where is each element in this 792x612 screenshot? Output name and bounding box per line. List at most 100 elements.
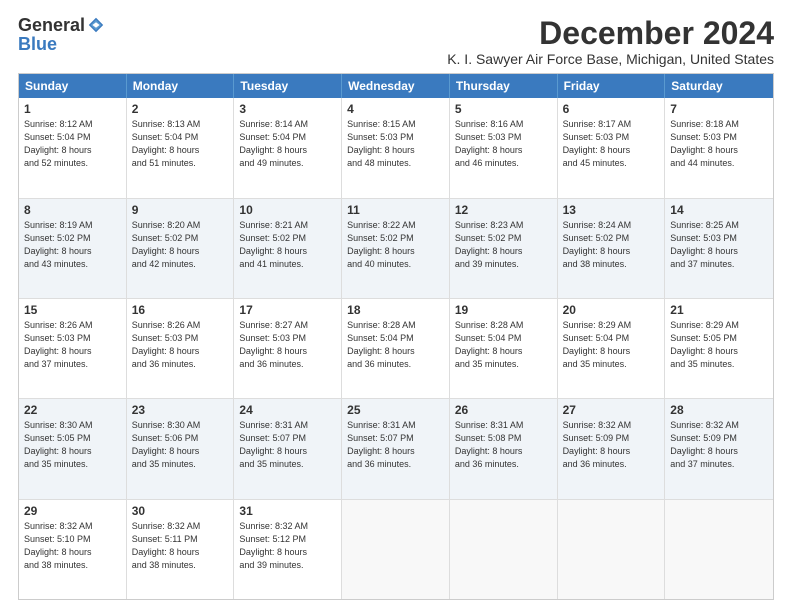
day-number: 18 xyxy=(347,303,444,317)
calendar-cell: 22Sunrise: 8:30 AMSunset: 5:05 PMDayligh… xyxy=(19,399,127,498)
day-number: 5 xyxy=(455,102,552,116)
day-info: Sunrise: 8:15 AMSunset: 5:03 PMDaylight:… xyxy=(347,118,444,170)
day-info: Sunrise: 8:22 AMSunset: 5:02 PMDaylight:… xyxy=(347,219,444,271)
header: General Blue December 2024 K. I. Sawyer … xyxy=(18,16,774,67)
day-info: Sunrise: 8:29 AMSunset: 5:05 PMDaylight:… xyxy=(670,319,768,371)
day-number: 7 xyxy=(670,102,768,116)
calendar-cell: 28 Sunrise: 8:32 AMSunset: 5:09 PMDayligh… xyxy=(665,399,773,498)
calendar-cell: 20Sunrise: 8:29 AMSunset: 5:04 PMDayligh… xyxy=(558,299,666,398)
day-number: 1 xyxy=(24,102,121,116)
header-day-sunday: Sunday xyxy=(19,74,127,98)
day-number: 28 xyxy=(670,403,768,417)
day-number: 9 xyxy=(132,203,229,217)
day-number: 13 xyxy=(563,203,660,217)
day-info: Sunrise: 8:32 AMSunset: 5:11 PMDaylight:… xyxy=(132,520,229,572)
calendar-cell: 17 Sunrise: 8:27 AMSunset: 5:03 PMDayligh… xyxy=(234,299,342,398)
calendar-row: 15 Sunrise: 8:26 AMSunset: 5:03 PMDayligh… xyxy=(19,298,773,398)
day-number: 17 xyxy=(239,303,336,317)
day-info: Sunrise: 8:20 AMSunset: 5:02 PMDaylight:… xyxy=(132,219,229,271)
logo-blue: Blue xyxy=(18,34,57,55)
title-section: December 2024 K. I. Sawyer Air Force Bas… xyxy=(447,16,774,67)
day-number: 27 xyxy=(563,403,660,417)
calendar-cell: 16 Sunrise: 8:26 AMSunset: 5:03 PMDayligh… xyxy=(127,299,235,398)
day-info: Sunrise: 8:19 AMSunset: 5:02 PMDaylight:… xyxy=(24,219,121,271)
day-number: 4 xyxy=(347,102,444,116)
day-info: Sunrise: 8:28 AMSunset: 5:04 PMDaylight:… xyxy=(347,319,444,371)
logo: General Blue xyxy=(18,16,105,55)
day-info: Sunrise: 8:30 AMSunset: 5:06 PMDaylight:… xyxy=(132,419,229,471)
calendar-cell: 29Sunrise: 8:32 AMSunset: 5:10 PMDayligh… xyxy=(19,500,127,599)
day-number: 2 xyxy=(132,102,229,116)
day-info: Sunrise: 8:32 AMSunset: 5:12 PMDaylight:… xyxy=(239,520,336,572)
calendar-cell: 23 Sunrise: 8:30 AMSunset: 5:06 PMDayligh… xyxy=(127,399,235,498)
calendar-cell: 5Sunrise: 8:16 AMSunset: 5:03 PMDaylight… xyxy=(450,98,558,197)
day-info: Sunrise: 8:31 AMSunset: 5:07 PMDaylight:… xyxy=(239,419,336,471)
day-number: 20 xyxy=(563,303,660,317)
day-number: 30 xyxy=(132,504,229,518)
calendar-cell: 27 Sunrise: 8:32 AMSunset: 5:09 PMDayligh… xyxy=(558,399,666,498)
calendar-cell: 30 Sunrise: 8:32 AMSunset: 5:11 PMDayligh… xyxy=(127,500,235,599)
calendar-cell: 18 Sunrise: 8:28 AMSunset: 5:04 PMDayligh… xyxy=(342,299,450,398)
day-info: Sunrise: 8:32 AMSunset: 5:10 PMDaylight:… xyxy=(24,520,121,572)
calendar-cell: 31 Sunrise: 8:32 AMSunset: 5:12 PMDayligh… xyxy=(234,500,342,599)
day-info: Sunrise: 8:31 AMSunset: 5:07 PMDaylight:… xyxy=(347,419,444,471)
day-info: Sunrise: 8:21 AMSunset: 5:02 PMDaylight:… xyxy=(239,219,336,271)
day-info: Sunrise: 8:30 AMSunset: 5:05 PMDaylight:… xyxy=(24,419,121,471)
calendar-cell: 6Sunrise: 8:17 AMSunset: 5:03 PMDaylight… xyxy=(558,98,666,197)
day-info: Sunrise: 8:28 AMSunset: 5:04 PMDaylight:… xyxy=(455,319,552,371)
day-info: Sunrise: 8:23 AMSunset: 5:02 PMDaylight:… xyxy=(455,219,552,271)
day-info: Sunrise: 8:14 AMSunset: 5:04 PMDaylight:… xyxy=(239,118,336,170)
day-number: 14 xyxy=(670,203,768,217)
day-number: 16 xyxy=(132,303,229,317)
day-number: 25 xyxy=(347,403,444,417)
header-day-tuesday: Tuesday xyxy=(234,74,342,98)
calendar-cell: 19Sunrise: 8:28 AMSunset: 5:04 PMDayligh… xyxy=(450,299,558,398)
calendar: SundayMondayTuesdayWednesdayThursdayFrid… xyxy=(18,73,774,600)
day-number: 15 xyxy=(24,303,121,317)
day-number: 11 xyxy=(347,203,444,217)
day-info: Sunrise: 8:24 AMSunset: 5:02 PMDaylight:… xyxy=(563,219,660,271)
day-info: Sunrise: 8:18 AMSunset: 5:03 PMDaylight:… xyxy=(670,118,768,170)
calendar-cell: 11 Sunrise: 8:22 AMSunset: 5:02 PMDayligh… xyxy=(342,199,450,298)
day-info: Sunrise: 8:32 AMSunset: 5:09 PMDaylight:… xyxy=(563,419,660,471)
day-info: Sunrise: 8:26 AMSunset: 5:03 PMDaylight:… xyxy=(132,319,229,371)
calendar-cell xyxy=(665,500,773,599)
day-number: 24 xyxy=(239,403,336,417)
calendar-row: 29Sunrise: 8:32 AMSunset: 5:10 PMDayligh… xyxy=(19,499,773,599)
day-info: Sunrise: 8:32 AMSunset: 5:09 PMDaylight:… xyxy=(670,419,768,471)
calendar-cell: 14 Sunrise: 8:25 AMSunset: 5:03 PMDayligh… xyxy=(665,199,773,298)
day-info: Sunrise: 8:25 AMSunset: 5:03 PMDaylight:… xyxy=(670,219,768,271)
calendar-cell: 1 Sunrise: 8:12 AMSunset: 5:04 PMDaylight… xyxy=(19,98,127,197)
day-info: Sunrise: 8:13 AMSunset: 5:04 PMDaylight:… xyxy=(132,118,229,170)
calendar-cell: 21Sunrise: 8:29 AMSunset: 5:05 PMDayligh… xyxy=(665,299,773,398)
day-number: 23 xyxy=(132,403,229,417)
logo-general: General xyxy=(18,16,85,34)
calendar-row: 8 Sunrise: 8:19 AMSunset: 5:02 PMDaylight… xyxy=(19,198,773,298)
calendar-cell: 2 Sunrise: 8:13 AMSunset: 5:04 PMDaylight… xyxy=(127,98,235,197)
day-number: 26 xyxy=(455,403,552,417)
calendar-cell xyxy=(558,500,666,599)
header-day-wednesday: Wednesday xyxy=(342,74,450,98)
day-info: Sunrise: 8:31 AMSunset: 5:08 PMDaylight:… xyxy=(455,419,552,471)
day-number: 8 xyxy=(24,203,121,217)
calendar-cell: 26 Sunrise: 8:31 AMSunset: 5:08 PMDayligh… xyxy=(450,399,558,498)
calendar-cell xyxy=(342,500,450,599)
calendar-cell: 9 Sunrise: 8:20 AMSunset: 5:02 PMDaylight… xyxy=(127,199,235,298)
day-info: Sunrise: 8:12 AMSunset: 5:04 PMDaylight:… xyxy=(24,118,121,170)
header-day-thursday: Thursday xyxy=(450,74,558,98)
month-title: December 2024 xyxy=(447,16,774,51)
calendar-cell: 13 Sunrise: 8:24 AMSunset: 5:02 PMDayligh… xyxy=(558,199,666,298)
day-info: Sunrise: 8:27 AMSunset: 5:03 PMDaylight:… xyxy=(239,319,336,371)
calendar-cell: 25 Sunrise: 8:31 AMSunset: 5:07 PMDayligh… xyxy=(342,399,450,498)
day-number: 31 xyxy=(239,504,336,518)
calendar-row: 1 Sunrise: 8:12 AMSunset: 5:04 PMDaylight… xyxy=(19,98,773,197)
calendar-cell: 3 Sunrise: 8:14 AMSunset: 5:04 PMDaylight… xyxy=(234,98,342,197)
day-number: 10 xyxy=(239,203,336,217)
day-number: 3 xyxy=(239,102,336,116)
subtitle: K. I. Sawyer Air Force Base, Michigan, U… xyxy=(447,51,774,67)
day-info: Sunrise: 8:26 AMSunset: 5:03 PMDaylight:… xyxy=(24,319,121,371)
day-info: Sunrise: 8:17 AMSunset: 5:03 PMDaylight:… xyxy=(563,118,660,170)
calendar-body: 1 Sunrise: 8:12 AMSunset: 5:04 PMDaylight… xyxy=(19,98,773,599)
calendar-cell xyxy=(450,500,558,599)
calendar-cell: 10 Sunrise: 8:21 AMSunset: 5:02 PMDayligh… xyxy=(234,199,342,298)
